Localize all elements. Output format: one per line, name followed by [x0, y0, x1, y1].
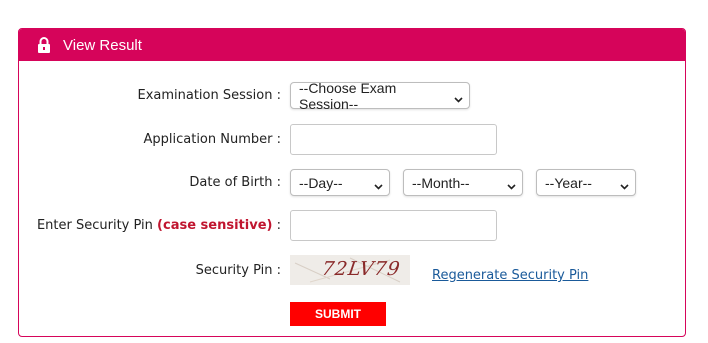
exam-session-label: Examination Session :	[137, 88, 281, 103]
application-number-row: Application Number :	[19, 124, 685, 155]
dob-year-select[interactable]: --Year--	[536, 169, 636, 196]
lock-icon	[37, 36, 51, 54]
dob-day-value: --Day--	[299, 174, 343, 191]
chevron-down-icon	[454, 91, 463, 103]
dob-day-select[interactable]: --Day--	[290, 169, 390, 196]
security-pin-row: Security Pin : 72LV79 Regenerate Securit…	[19, 255, 685, 285]
application-number-input[interactable]	[290, 124, 497, 155]
dob-month-select[interactable]: --Month--	[403, 169, 523, 196]
regenerate-pin-link[interactable]: Regenerate Security Pin	[432, 268, 588, 283]
security-pin-input-label: Enter Security Pin (case sensitive) :	[37, 218, 281, 233]
security-pin-input-label-suffix: :	[276, 218, 281, 233]
chevron-down-icon	[374, 178, 383, 190]
application-number-label: Application Number :	[143, 132, 281, 147]
captcha-text: 72LV79	[320, 258, 402, 280]
submit-button[interactable]: SUBMIT	[290, 302, 386, 326]
exam-session-value: --Choose Exam Session--	[299, 79, 397, 112]
exam-session-select[interactable]: --Choose Exam Session--	[290, 79, 470, 112]
dob-row: Date of Birth : --Day-- --Month-- --Year…	[19, 169, 685, 196]
security-pin-input-row: Enter Security Pin (case sensitive) :	[19, 210, 685, 241]
case-sensitive-hint: (case sensitive)	[157, 218, 273, 233]
panel-header: View Result	[19, 29, 685, 61]
security-pin-label: Security Pin :	[195, 262, 281, 278]
dob-month-value: --Month--	[412, 174, 470, 191]
submit-row: SUBMIT	[19, 302, 685, 326]
dob-year-value: --Year--	[545, 174, 592, 191]
chevron-down-icon	[620, 178, 629, 190]
panel-title: View Result	[63, 36, 142, 54]
chevron-down-icon	[507, 178, 516, 190]
security-pin-input-label-main: Enter Security Pin	[36, 218, 153, 233]
dob-label: Date of Birth :	[189, 175, 281, 190]
captcha-image: 72LV79	[290, 255, 410, 285]
view-result-panel: View Result Examination Session : --Choo…	[18, 28, 686, 337]
exam-session-row: Examination Session : --Choose Exam Sess…	[19, 79, 685, 112]
security-pin-input[interactable]	[290, 210, 497, 241]
